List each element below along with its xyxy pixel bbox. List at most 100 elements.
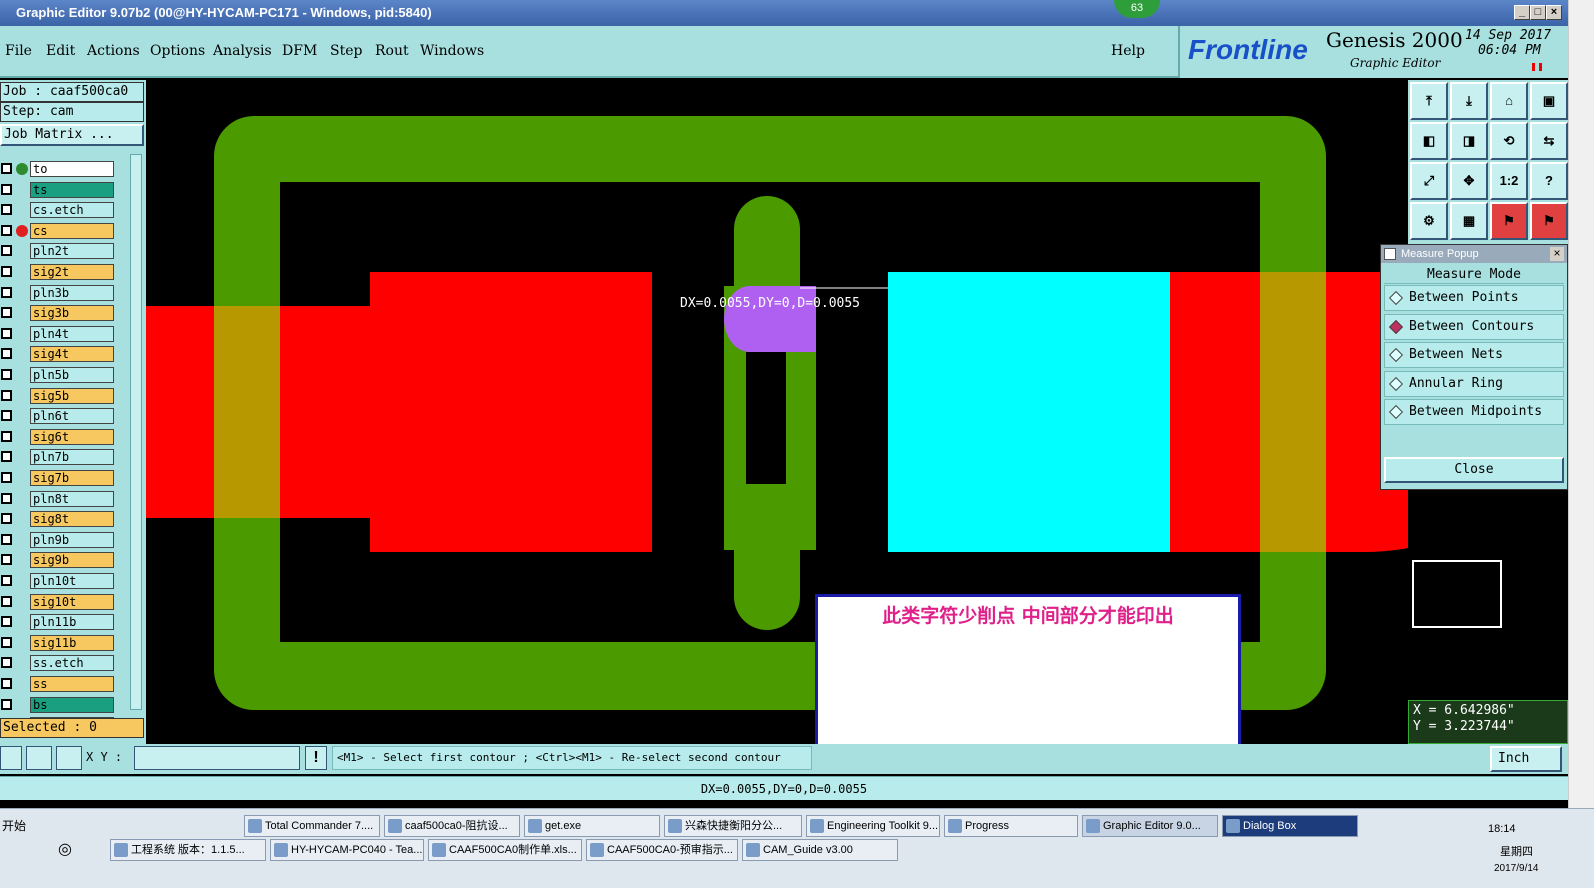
layer-checkbox[interactable] — [1, 204, 12, 216]
taskbar-item[interactable]: Total Commander 7.... — [244, 815, 380, 837]
layer-row[interactable]: sig4t — [0, 345, 116, 363]
tool-button-icon[interactable]: ⚙ — [1410, 202, 1448, 240]
menu-help[interactable]: Help — [1111, 43, 1145, 59]
layer-row[interactable]: pln7b — [0, 448, 116, 466]
layer-checkbox[interactable] — [1, 327, 12, 339]
taskbar-item[interactable]: CAAF500CA0-预审指示... — [586, 839, 738, 861]
minimap-viewport[interactable] — [1412, 560, 1502, 628]
start-button[interactable]: 开始 — [2, 815, 42, 837]
radio-diamond-icon[interactable] — [1388, 376, 1404, 391]
layer-name[interactable]: ts — [30, 181, 114, 198]
layer-row[interactable]: ss.etch — [0, 654, 116, 672]
layer-scrollbar[interactable] — [130, 154, 142, 710]
radio-diamond-icon[interactable] — [1388, 347, 1404, 363]
layer-row[interactable]: cs.etch — [0, 201, 116, 219]
taskbar-item[interactable]: caaf500ca0-阻抗设... — [384, 815, 520, 837]
layer-row[interactable]: cs — [0, 222, 116, 240]
menu-actions[interactable]: Actions — [87, 43, 140, 59]
layer-name[interactable]: pln3b — [30, 284, 114, 301]
menu-file[interactable]: File — [5, 43, 32, 59]
layer-checkbox[interactable] — [1, 369, 12, 380]
layer-checkbox[interactable] — [1, 533, 12, 545]
menu-step[interactable]: Step — [330, 43, 362, 59]
close-button[interactable]: × — [1546, 5, 1562, 20]
layer-row[interactable]: pln11b — [0, 613, 116, 631]
taskbar-item[interactable]: get.exe — [524, 815, 660, 837]
tool-button-icon[interactable]: ⚑ — [1530, 202, 1568, 240]
layer-name[interactable]: sig7b — [30, 470, 114, 486]
maximize-button[interactable]: □ — [1530, 5, 1546, 20]
layer-name[interactable]: pln9b — [30, 531, 114, 548]
layer-checkbox[interactable] — [1, 657, 12, 669]
menu-options[interactable]: Options — [150, 43, 205, 59]
layer-checkbox[interactable] — [1, 636, 12, 648]
layer-row[interactable]: sig3b — [0, 304, 116, 322]
taskbar-item[interactable]: 兴森快捷衡阳分公... — [664, 815, 802, 837]
excl-button[interactable]: ! — [305, 746, 327, 770]
layer-name[interactable]: pln4t — [30, 325, 114, 342]
job-matrix-button[interactable]: Job Matrix ... — [0, 124, 144, 146]
layer-name[interactable]: pln6t — [30, 408, 114, 425]
layer-name[interactable]: sig6t — [30, 428, 114, 445]
tool-button-icon[interactable]: ⇆ — [1530, 122, 1568, 160]
tool-button-icon[interactable]: ⌂ — [1490, 82, 1528, 120]
layer-checkbox[interactable] — [1, 307, 12, 319]
system-icon[interactable]: ◎ — [58, 839, 82, 859]
layer-row[interactable]: sig7b — [0, 469, 116, 487]
tool-button-icon[interactable]: ⤢ — [1410, 162, 1448, 200]
layer-checkbox[interactable] — [1, 678, 12, 689]
layer-row[interactable]: bs — [0, 696, 116, 714]
layer-name[interactable]: sig3b — [30, 305, 114, 322]
taskbar-item[interactable]: Engineering Toolkit 9.... — [806, 815, 940, 837]
taskbar-item[interactable]: CAM_Guide v3.00 — [742, 839, 898, 861]
menu-analysis[interactable]: Analysis — [213, 43, 272, 59]
layer-name[interactable]: ss.etch — [30, 655, 114, 672]
taskbar-item[interactable]: Graphic Editor 9.0... — [1082, 815, 1218, 837]
layer-name[interactable]: pln8t — [30, 490, 114, 507]
radio-diamond-icon[interactable] — [1388, 404, 1404, 420]
layer-checkbox[interactable] — [1, 389, 12, 401]
layer-checkbox[interactable] — [1, 554, 12, 566]
layer-name[interactable]: pln5b — [30, 367, 114, 383]
measure-option[interactable]: Between Nets — [1384, 342, 1564, 368]
layer-row[interactable]: pln2t — [0, 242, 116, 260]
layer-name[interactable]: sig5b — [30, 387, 114, 404]
layer-name[interactable]: ss — [30, 676, 114, 692]
measure-option[interactable]: Between Midpoints — [1384, 399, 1564, 425]
layer-row[interactable]: pln9b — [0, 531, 116, 549]
pause-icon[interactable] — [1532, 63, 1542, 71]
layer-row[interactable]: sig5b — [0, 387, 116, 405]
layer-checkbox[interactable] — [1, 410, 12, 422]
layer-name[interactable]: pln7b — [30, 449, 114, 466]
taskbar-item[interactable]: 工程系统 版本：1.1.5... — [110, 839, 266, 861]
tool-button-icon[interactable]: ⤓ — [1450, 82, 1488, 120]
tool-button-icon[interactable]: ✥ — [1450, 162, 1488, 200]
tool-button-icon[interactable]: ⚑ — [1490, 202, 1528, 240]
layer-checkbox[interactable] — [1, 616, 12, 628]
layer-row[interactable]: pln3b — [0, 284, 116, 302]
layer-name[interactable]: sig9b — [30, 552, 114, 569]
tool-button-icon[interactable]: ⟲ — [1490, 122, 1528, 160]
menu-rout[interactable]: Rout — [375, 43, 409, 59]
layer-row[interactable]: ss — [0, 675, 116, 693]
measure-option[interactable]: Between Contours — [1384, 313, 1564, 340]
layer-row[interactable]: pln10t — [0, 572, 116, 590]
layer-checkbox[interactable] — [1, 575, 12, 586]
taskbar-item[interactable]: Dialog Box — [1222, 815, 1358, 837]
layer-row[interactable]: sig10t — [0, 593, 116, 611]
layer-checkbox[interactable] — [1, 163, 12, 174]
layer-checkbox[interactable] — [1, 513, 12, 525]
layer-row[interactable]: sig2t — [0, 263, 116, 281]
layer-checkbox[interactable] — [1, 492, 12, 504]
menu-dfm[interactable]: DFM — [282, 43, 317, 59]
measure-close-button[interactable]: Close — [1384, 457, 1564, 483]
layer-name[interactable]: sig8t — [30, 511, 114, 528]
layer-name[interactable]: sig10t — [30, 593, 114, 610]
tool-button-icon[interactable]: ▦ — [1450, 202, 1488, 240]
layer-checkbox[interactable] — [1, 286, 12, 298]
measure-option[interactable]: Between Points — [1384, 285, 1564, 311]
layer-row[interactable]: pln5b — [0, 366, 116, 384]
taskbar-item[interactable]: HY-HYCAM-PC040 - Tea... — [270, 839, 424, 861]
tool-button-icon[interactable]: ▣ — [1530, 82, 1568, 120]
layer-row[interactable]: sig9b — [0, 551, 116, 569]
